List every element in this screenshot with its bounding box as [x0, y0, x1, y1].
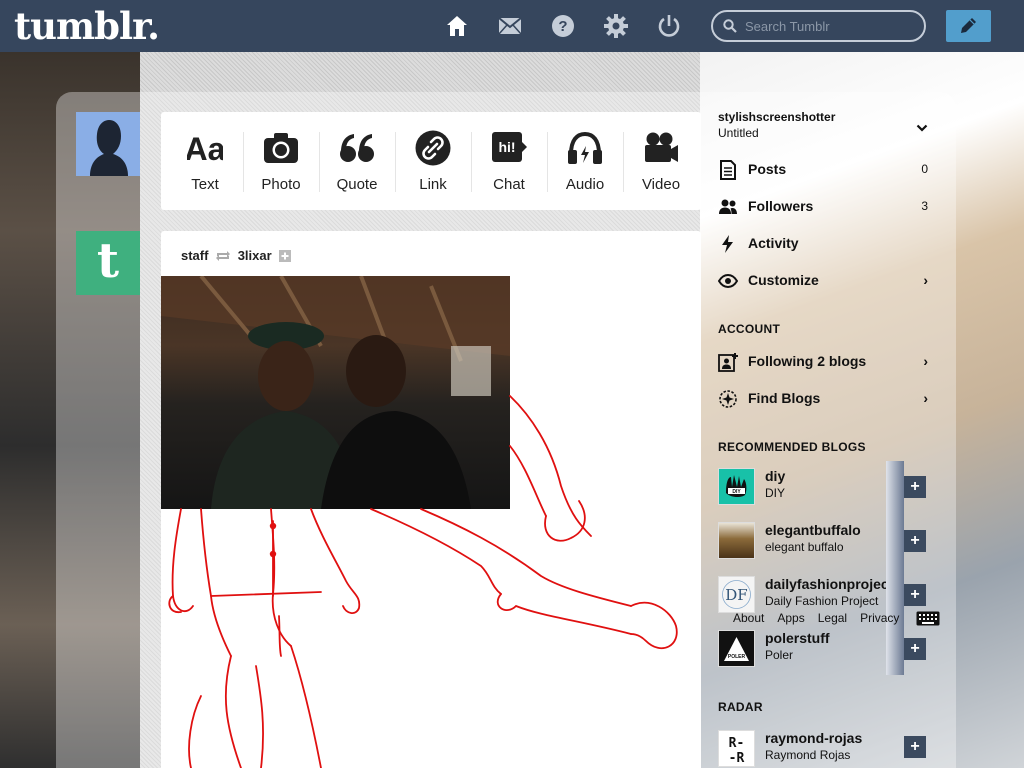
follow-polerstuff-button[interactable]: + [904, 638, 926, 660]
sidebar-item-activity[interactable]: Activity [718, 228, 930, 258]
svg-text:?: ? [558, 18, 567, 35]
post-type-bar: Aa Text Photo Quote Link hi! Chat Audio … [161, 112, 701, 210]
post-type-link[interactable]: Link [395, 112, 471, 210]
text-icon: Aa [187, 131, 223, 166]
dailyfashionproject-avatar: DF [718, 576, 755, 613]
recommended-strip [886, 461, 904, 675]
follow-diy-button[interactable]: + [904, 476, 926, 498]
svg-text:POLER: POLER [728, 654, 746, 660]
quote-icon [340, 134, 374, 162]
post-type-video[interactable]: Video [623, 112, 699, 210]
silhouette-avatar-icon [76, 112, 140, 176]
post-author-link[interactable]: staff [181, 248, 208, 263]
blog-name[interactable]: stylishscreenshotter [718, 110, 835, 124]
follow-dailyfashionproject-button[interactable]: + [904, 584, 926, 606]
diy-avatar: DIY [718, 468, 755, 505]
svg-text:-R: -R [729, 751, 745, 766]
plus-follow-icon[interactable] [279, 249, 292, 262]
document-icon [720, 160, 736, 180]
post-type-audio[interactable]: Audio [547, 112, 623, 210]
footer-link-privacy[interactable]: Privacy [860, 611, 899, 625]
power-icon[interactable] [657, 14, 681, 38]
staff-avatar[interactable]: t [76, 231, 140, 295]
footer-link-apps[interactable]: Apps [777, 611, 804, 625]
recommended-header: RECOMMENDED BLOGS [718, 440, 866, 454]
poler-logo-icon: POLER [724, 637, 749, 661]
sidebar-item-find-blogs[interactable]: Find Blogs › [718, 383, 930, 413]
footer-link-legal[interactable]: Legal [818, 611, 847, 625]
sidebar-item-customize[interactable]: Customize › [718, 265, 930, 295]
footer-link-about[interactable]: About [733, 611, 764, 625]
svg-text:R-: R- [729, 736, 745, 751]
posts-count: 0 [921, 162, 928, 176]
recommended-blog-diy[interactable]: DIY diy DIY [718, 464, 904, 514]
sidebar: stylishscreenshotter Untitled Posts 0 Fo… [700, 92, 956, 768]
chevron-down-icon[interactable] [916, 123, 928, 133]
chevron-right-icon: › [923, 272, 928, 288]
search-input[interactable] [745, 17, 915, 35]
svg-text:DIY: DIY [732, 489, 741, 495]
user-avatar[interactable] [76, 112, 140, 176]
post-type-photo[interactable]: Photo [243, 112, 319, 210]
post-header: staff 3lixar [181, 247, 292, 263]
mail-icon[interactable] [498, 14, 522, 38]
elegantbuffalo-avatar [718, 522, 755, 559]
follow-raymond-rojas-button[interactable]: + [904, 736, 926, 758]
compass-icon [719, 390, 737, 408]
post-type-quote[interactable]: Quote [319, 112, 395, 210]
df-monogram-icon: DF [722, 580, 751, 609]
followers-count: 3 [921, 199, 928, 213]
sidebar-item-following[interactable]: Following 2 blogs › [718, 346, 930, 376]
compose-button[interactable] [946, 10, 991, 42]
gear-icon[interactable] [604, 14, 628, 38]
footer-links: About Apps Legal Privacy [733, 611, 906, 625]
keyboard-shortcuts-icon[interactable] [916, 611, 940, 626]
account-header: ACCOUNT [718, 322, 781, 336]
search-box[interactable] [711, 10, 926, 42]
chevron-right-icon: › [923, 390, 928, 406]
add-user-icon [718, 353, 738, 372]
blog-title[interactable]: Untitled [718, 126, 759, 140]
top-bar: tumblr. ? [0, 0, 1024, 52]
sidebar-item-posts[interactable]: Posts 0 [718, 154, 930, 184]
eye-icon [718, 273, 738, 289]
lightning-icon [722, 235, 733, 253]
sidebar-item-followers[interactable]: Followers 3 [718, 191, 930, 221]
video-camera-icon [645, 132, 678, 162]
radar-header: RADAR [718, 700, 763, 714]
headphones-icon [568, 131, 602, 164]
svg-text:DF: DF [725, 586, 747, 604]
red-line-drawing [168, 395, 678, 768]
people-icon [719, 199, 737, 214]
link-icon [415, 130, 451, 166]
reblogged-from-link[interactable]: 3lixar [238, 248, 272, 263]
svg-text:hi!: hi! [498, 139, 515, 155]
post-type-text[interactable]: Aa Text [167, 112, 243, 210]
follow-elegantbuffalo-button[interactable]: + [904, 530, 926, 552]
radar-blog-raymond-rojas[interactable]: R- -R raymond-rojas Raymond Rojas [718, 726, 904, 768]
post-type-chat[interactable]: hi! Chat [471, 112, 547, 210]
dashboard-post: staff 3lixar [161, 231, 701, 768]
recommended-blog-elegantbuffalo[interactable]: elegantbuffalo elegant buffalo [718, 518, 904, 568]
pencil-icon [961, 18, 976, 33]
recommended-blog-polerstuff[interactable]: POLER polerstuff Poler [718, 626, 904, 676]
search-icon [723, 19, 737, 33]
home-icon[interactable] [445, 14, 469, 38]
diy-logo-icon: DIY [726, 475, 747, 498]
tumblr-logo[interactable]: tumblr. [14, 4, 160, 48]
raymond-rojas-avatar: R- -R [718, 730, 755, 767]
help-icon[interactable]: ? [551, 14, 575, 38]
reblog-icon [216, 250, 231, 261]
chat-icon: hi! [492, 132, 527, 162]
polerstuff-avatar: POLER [718, 630, 755, 667]
camera-icon [264, 133, 298, 163]
chevron-right-icon: › [923, 353, 928, 369]
rr-monogram-icon: R- -R [729, 736, 745, 766]
svg-text:Aa: Aa [187, 131, 223, 166]
tumblr-t-logo-icon: t [96, 233, 120, 289]
